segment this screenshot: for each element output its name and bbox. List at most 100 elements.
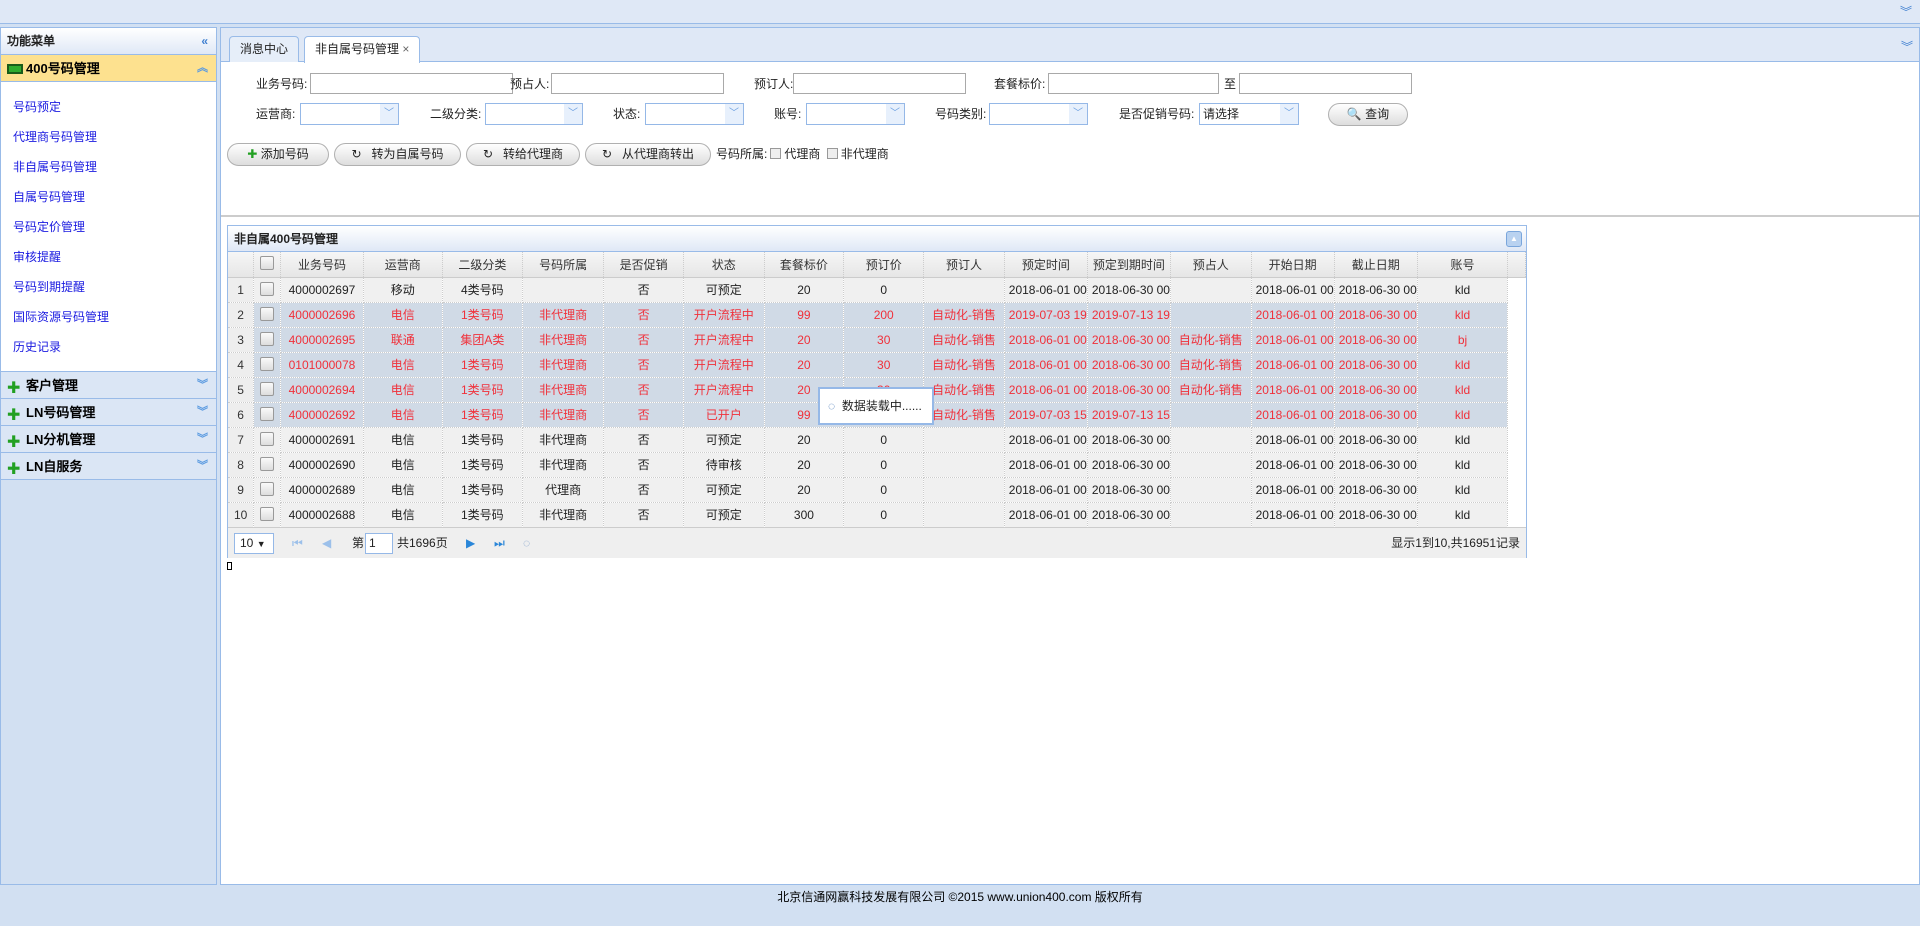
menu-item[interactable]: 自属号码管理 [1, 182, 216, 212]
column-header[interactable]: 预订价 [843, 252, 925, 278]
query-button[interactable]: 🔍 查询 [1328, 103, 1408, 126]
tab-non-own-number[interactable]: 非自属号码管理 × [304, 36, 421, 63]
account-select[interactable]: ﹀ [806, 103, 905, 125]
total-pages: 共1696页 [397, 536, 448, 550]
row-checkbox[interactable] [253, 502, 282, 528]
expand-down-icon[interactable]: ︾ [197, 426, 208, 453]
table-row[interactable]: 4 0101000078 电信 1类号码 非代理商否开户流程中 20 30 自动化-销售 201… [228, 352, 1526, 378]
close-tab-icon[interactable]: × [402, 42, 409, 56]
row-checkbox[interactable] [253, 302, 282, 328]
column-header[interactable]: 开始日期 [1251, 252, 1335, 278]
to-agent-button[interactable]: ↻ 转给代理商 [466, 143, 580, 166]
menu-item[interactable]: 非自属号码管理 [1, 152, 216, 182]
page-input[interactable]: 1 [365, 533, 393, 554]
column-header[interactable]: 预定时间 [1004, 252, 1088, 278]
last-page-icon[interactable]: ⏭ [494, 528, 505, 559]
table-cell: 电信 [363, 427, 443, 453]
row-number: 7 [228, 427, 255, 453]
row-checkbox[interactable] [253, 352, 282, 378]
table-row[interactable]: 8 4000002690 电信 1类号码 非代理商否待审核 20 0 2018-06-01 0… [228, 452, 1526, 478]
table-row[interactable]: 1 4000002697 移动 4类号码否可预定 20 0 2018-06-01 00 201… [228, 277, 1526, 303]
column-header[interactable]: 状态 [683, 252, 765, 278]
preoccupant-input[interactable] [551, 73, 724, 94]
table-cell: 2018-06-30 00 [1087, 452, 1171, 478]
number-type-select[interactable]: ﹀ [989, 103, 1088, 125]
first-page-icon[interactable]: ⏮ [292, 528, 303, 559]
sidebar-section[interactable]: ✚ 客户管理 ︾ [1, 372, 216, 399]
refresh-icon[interactable]: ◌ [523, 528, 530, 559]
price-from-input[interactable] [1048, 73, 1219, 94]
expand-down-icon[interactable]: ︾ [197, 372, 208, 399]
collapse-up-icon[interactable]: ︽ [197, 55, 208, 82]
sidebar-section[interactable]: ✚ LN分机管理 ︾ [1, 426, 216, 453]
table-cell [1170, 302, 1252, 328]
column-header[interactable]: 预占人 [1170, 252, 1252, 278]
table-row[interactable]: 10 4000002688 电信 1类号码 非代理商否可预定 300 0 2018-06-01… [228, 502, 1526, 528]
is-promo-select[interactable]: 请选择 ﹀ [1199, 103, 1299, 125]
column-header[interactable]: 号码所属 [522, 252, 605, 278]
row-checkbox[interactable] [253, 427, 282, 453]
row-checkbox[interactable] [253, 377, 282, 403]
menu-item[interactable]: 号码预定 [1, 92, 216, 122]
column-header[interactable]: 是否促销 [603, 252, 684, 278]
from-agent-button[interactable]: ↻ 从代理商转出 [585, 143, 711, 166]
row-checkbox[interactable] [253, 477, 282, 503]
section-400-number[interactable]: 400号码管理 ︽ [1, 55, 216, 82]
column-header[interactable]: 账号 [1417, 252, 1509, 278]
tab-scroll-icon[interactable]: ︾ [1901, 38, 1913, 55]
menu-item[interactable]: 历史记录 [1, 332, 216, 362]
sub-category-select[interactable]: ﹀ [485, 103, 583, 125]
price-to-input[interactable] [1239, 73, 1412, 94]
row-checkbox[interactable] [253, 327, 282, 353]
prev-page-icon[interactable]: ◀ [322, 528, 331, 559]
add-number-button[interactable]: ✚ 添加号码 [227, 143, 329, 166]
carrier-select[interactable]: ﹀ [300, 103, 399, 125]
page-size-select[interactable]: 10 ▼ [234, 533, 274, 554]
non-agent-checkbox[interactable] [826, 148, 838, 159]
scroll-gutter [1507, 327, 1526, 352]
table-cell: 0101000078 [280, 352, 364, 378]
business-no-input[interactable] [310, 73, 513, 94]
table-cell: 自动化-销售 [923, 302, 1005, 328]
select-all-checkbox[interactable] [253, 252, 282, 278]
number-type-label: 号码类别: [935, 107, 987, 121]
table-row[interactable]: 7 4000002691 电信 1类号码 非代理商否可预定 20 0 2018-06-01 0… [228, 427, 1526, 453]
column-header[interactable]: 截止日期 [1334, 252, 1418, 278]
table-cell [1170, 402, 1252, 428]
status-select[interactable]: ﹀ [645, 103, 744, 125]
expand-down-icon[interactable]: ︾ [197, 453, 208, 480]
table-row[interactable]: 2 4000002696 电信 1类号码 非代理商否开户流程中 99 200 自动化-销售 20… [228, 302, 1526, 328]
agent-checkbox[interactable] [770, 148, 782, 159]
row-checkbox[interactable] [253, 452, 282, 478]
menu-item[interactable]: 国际资源号码管理 [1, 302, 216, 332]
sidebar-section[interactable]: ✚ LN自服务 ︾ [1, 453, 216, 480]
table-cell: 2019-07-13 15 [1087, 402, 1171, 428]
column-header[interactable]: 业务号码 [280, 252, 364, 278]
table-row[interactable]: 9 4000002689 电信 1类号码 代理商否可预定 20 0 2018-06-01 00… [228, 477, 1526, 503]
column-header[interactable]: 二级分类 [442, 252, 523, 278]
menu-item[interactable]: 号码到期提醒 [1, 272, 216, 302]
column-header[interactable]: 套餐标价 [764, 252, 845, 278]
collapse-up-icon[interactable]: ▲ [1506, 231, 1522, 247]
plus-icon: ✚ [247, 147, 258, 161]
sidebar-section[interactable]: ✚ LN号码管理 ︾ [1, 399, 216, 426]
table-row[interactable]: 3 4000002695 联通 集团A类 非代理商否开户流程中 20 30 自动化-销售 201… [228, 327, 1526, 353]
row-checkbox[interactable] [253, 402, 282, 428]
menu-item[interactable]: 号码定价管理 [1, 212, 216, 242]
to-own-button[interactable]: ↻ 转为自属号码 [334, 143, 461, 166]
row-number: 10 [228, 502, 255, 528]
table-cell: 非代理商 [522, 327, 605, 353]
expand-down-icon[interactable]: ︾ [197, 399, 208, 426]
tab-message-center[interactable]: 消息中心 [229, 36, 300, 62]
column-header[interactable]: 预定到期时间 [1087, 252, 1171, 278]
column-header[interactable]: 预订人 [923, 252, 1005, 278]
collapse-left-icon[interactable]: « [201, 28, 208, 55]
reserver-input[interactable] [793, 73, 966, 94]
menu-item[interactable]: 代理商号码管理 [1, 122, 216, 152]
table-cell: 0 [843, 427, 925, 453]
menu-item[interactable]: 审核提醒 [1, 242, 216, 272]
column-header[interactable]: 运营商 [363, 252, 443, 278]
expand-down-icon[interactable]: ︾ [1900, 3, 1912, 20]
row-checkbox[interactable] [253, 277, 282, 303]
next-page-icon[interactable]: ▶ [466, 528, 475, 559]
